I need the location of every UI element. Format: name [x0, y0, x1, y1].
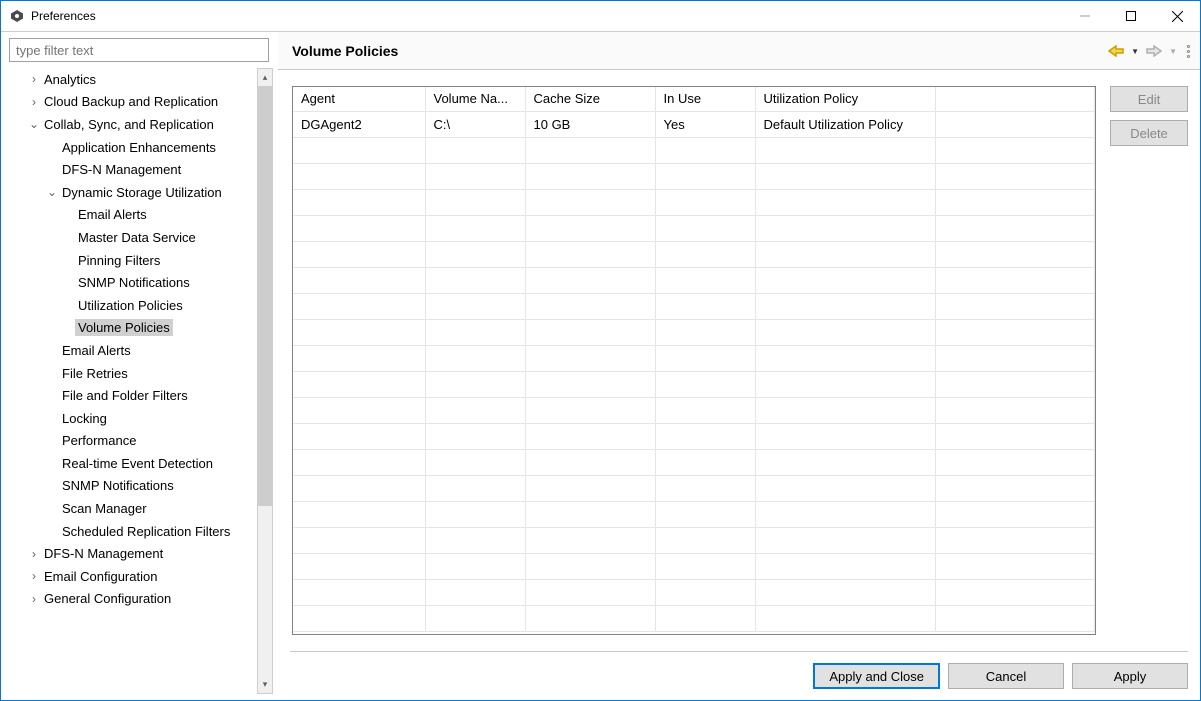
- dialog-footer: Apply and Close Cancel Apply: [278, 652, 1200, 700]
- tree-item-master-data[interactable]: ·Master Data Service: [9, 226, 257, 249]
- table-row: .: [293, 449, 1095, 475]
- page-title: Volume Policies: [292, 43, 398, 59]
- tree-item-app-enhancements[interactable]: ·Application Enhancements: [9, 136, 257, 159]
- volume-policies-table: Agent Volume Na... Cache Size In Use Uti…: [292, 86, 1096, 635]
- apply-and-close-button[interactable]: Apply and Close: [813, 663, 940, 689]
- table-row: .: [293, 241, 1095, 267]
- edit-button[interactable]: Edit: [1110, 86, 1188, 112]
- table-row: .: [293, 215, 1095, 241]
- tree-item-locking[interactable]: ·Locking: [9, 407, 257, 430]
- table-row: .: [293, 553, 1095, 579]
- filter-input[interactable]: [9, 38, 269, 62]
- cell-cache: 10 GB: [525, 111, 655, 137]
- tree-item-snmp-dsu[interactable]: ·SNMP Notifications: [9, 271, 257, 294]
- toolbar-menu-icon[interactable]: [1183, 45, 1190, 58]
- table-row: .: [293, 527, 1095, 553]
- col-volume[interactable]: Volume Na...: [425, 87, 525, 111]
- tree-item-dynamic-storage[interactable]: ⌄Dynamic Storage Utilization: [9, 181, 257, 204]
- window-maximize-button[interactable]: [1108, 1, 1154, 31]
- table-row: .: [293, 397, 1095, 423]
- col-cache[interactable]: Cache Size: [525, 87, 655, 111]
- side-button-column: Edit Delete: [1110, 86, 1188, 635]
- table-row: .: [293, 579, 1095, 605]
- window-close-button[interactable]: [1154, 1, 1200, 31]
- tree-item-general-config[interactable]: ›General Configuration: [9, 588, 257, 611]
- cell-inuse: Yes: [655, 111, 755, 137]
- scroll-thumb[interactable]: [258, 86, 272, 506]
- sidebar: ›Analytics ›Cloud Backup and Replication…: [1, 32, 278, 700]
- main-panel: Volume Policies ▼ ▼: [278, 32, 1200, 700]
- chevron-right-icon: ›: [27, 570, 41, 582]
- content-area: ›Analytics ›Cloud Backup and Replication…: [1, 31, 1200, 700]
- tree-item-analytics[interactable]: ›Analytics: [9, 68, 257, 91]
- chevron-right-icon: ›: [27, 548, 41, 560]
- cell-volume: C:\: [425, 111, 525, 137]
- tree-item-email-config[interactable]: ›Email Configuration: [9, 565, 257, 588]
- preferences-tree[interactable]: ›Analytics ›Cloud Backup and Replication…: [9, 68, 257, 694]
- col-policy[interactable]: Utilization Policy: [755, 87, 935, 111]
- table-row: .: [293, 163, 1095, 189]
- window-title: Preferences: [31, 9, 96, 23]
- scroll-up-icon[interactable]: ▴: [258, 69, 272, 86]
- table-row: .: [293, 345, 1095, 371]
- tree-item-realtime-event[interactable]: ·Real-time Event Detection: [9, 452, 257, 475]
- cell-policy: Default Utilization Policy: [755, 111, 935, 137]
- chevron-right-icon: ›: [27, 73, 41, 85]
- header-toolbar: ▼ ▼: [1107, 42, 1190, 60]
- table-row: .: [293, 501, 1095, 527]
- tree-item-pinning-filters[interactable]: ·Pinning Filters: [9, 249, 257, 272]
- tree-item-dfsn-mgmt[interactable]: ·DFS-N Management: [9, 158, 257, 181]
- chevron-down-icon: ⌄: [27, 118, 41, 130]
- main-header: Volume Policies ▼ ▼: [278, 32, 1200, 70]
- table-row: .: [293, 475, 1095, 501]
- sidebar-scrollbar[interactable]: ▴ ▾: [257, 68, 273, 694]
- forward-icon[interactable]: [1145, 42, 1163, 60]
- table-row: .: [293, 267, 1095, 293]
- table-header-row: Agent Volume Na... Cache Size In Use Uti…: [293, 87, 1095, 111]
- table-row[interactable]: DGAgent2 C:\ 10 GB Yes Default Utilizati…: [293, 111, 1095, 137]
- table-row: .: [293, 293, 1095, 319]
- delete-button[interactable]: Delete: [1110, 120, 1188, 146]
- tree-item-scheduled-replication[interactable]: ·Scheduled Replication Filters: [9, 520, 257, 543]
- tree-item-email-alerts[interactable]: ·Email Alerts: [9, 339, 257, 362]
- table-row: .: [293, 137, 1095, 163]
- scroll-down-icon[interactable]: ▾: [258, 676, 272, 693]
- tree-item-file-retries[interactable]: ·File Retries: [9, 362, 257, 385]
- table-row: .: [293, 189, 1095, 215]
- tree-item-file-folder-filters[interactable]: ·File and Folder Filters: [9, 384, 257, 407]
- back-icon[interactable]: [1107, 42, 1125, 60]
- col-agent[interactable]: Agent: [293, 87, 425, 111]
- cancel-button[interactable]: Cancel: [948, 663, 1064, 689]
- table-row: .: [293, 423, 1095, 449]
- tree-item-collab-sync[interactable]: ⌄Collab, Sync, and Replication: [9, 113, 257, 136]
- chevron-right-icon: ›: [27, 96, 41, 108]
- chevron-down-icon: ⌄: [45, 186, 59, 198]
- tree-item-cloud-backup[interactable]: ›Cloud Backup and Replication: [9, 91, 257, 114]
- tree-item-dfsn-mgmt-top[interactable]: ›DFS-N Management: [9, 542, 257, 565]
- col-inuse[interactable]: In Use: [655, 87, 755, 111]
- window-minimize-button[interactable]: [1062, 1, 1108, 31]
- chevron-right-icon: ›: [27, 593, 41, 605]
- table-row: .: [293, 371, 1095, 397]
- cell-agent: DGAgent2: [293, 111, 425, 137]
- title-bar: Preferences: [1, 1, 1200, 31]
- tree-item-email-alerts-dsu[interactable]: ·Email Alerts: [9, 204, 257, 227]
- tree-item-volume-policies[interactable]: ·Volume Policies: [9, 317, 257, 340]
- tree-item-scan-manager[interactable]: ·Scan Manager: [9, 497, 257, 520]
- tree-item-snmp[interactable]: ·SNMP Notifications: [9, 475, 257, 498]
- tree-item-performance[interactable]: ·Performance: [9, 430, 257, 453]
- forward-dropdown-icon[interactable]: ▼: [1169, 47, 1177, 56]
- table-row: .: [293, 605, 1095, 631]
- table-row: .: [293, 319, 1095, 345]
- tree-item-utilization-policies[interactable]: ·Utilization Policies: [9, 294, 257, 317]
- apply-button[interactable]: Apply: [1072, 663, 1188, 689]
- col-spacer: [935, 87, 1095, 111]
- back-dropdown-icon[interactable]: ▼: [1131, 47, 1139, 56]
- app-icon: [9, 8, 25, 24]
